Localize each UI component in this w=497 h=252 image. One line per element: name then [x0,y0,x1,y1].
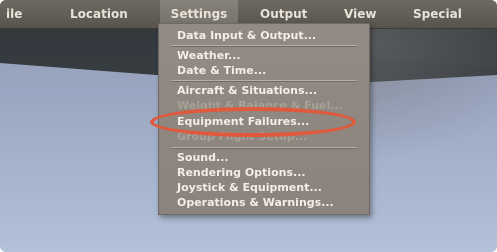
menu-item-weather[interactable]: Weather... [177,49,241,62]
menu-item-aircraft-situations[interactable]: Aircraft & Situations... [177,84,317,97]
menu-special[interactable]: Special [409,0,466,28]
menu-file[interactable]: ile [2,0,26,28]
menu-item-operations-warnings[interactable]: Operations & Warnings... [177,196,334,209]
menu-separator [171,45,357,47]
menu-item-weight-balance-fuel[interactable]: Weight & Balance & Fuel... [177,99,343,112]
menu-item-group-flight-setup[interactable]: Group Flight Setup... [177,130,307,143]
menu-item-sound[interactable]: Sound... [177,151,229,164]
menu-item-date-time[interactable]: Date & Time... [177,64,266,77]
menu-item-rendering-options[interactable]: Rendering Options... [177,166,306,179]
menu-separator [171,80,357,82]
menu-separator [171,147,357,149]
menu-location[interactable]: Location [66,0,132,28]
menu-item-joystick-equipment[interactable]: Joystick & Equipment... [177,181,322,194]
app-window: ile Location Settings Output View Specia… [0,0,497,252]
settings-dropdown-menu: Data Input & Output... Weather... Date &… [158,23,370,215]
menu-item-equipment-failures[interactable]: Equipment Failures... [177,115,309,128]
menu-item-data-input-output[interactable]: Data Input & Output... [177,29,316,42]
